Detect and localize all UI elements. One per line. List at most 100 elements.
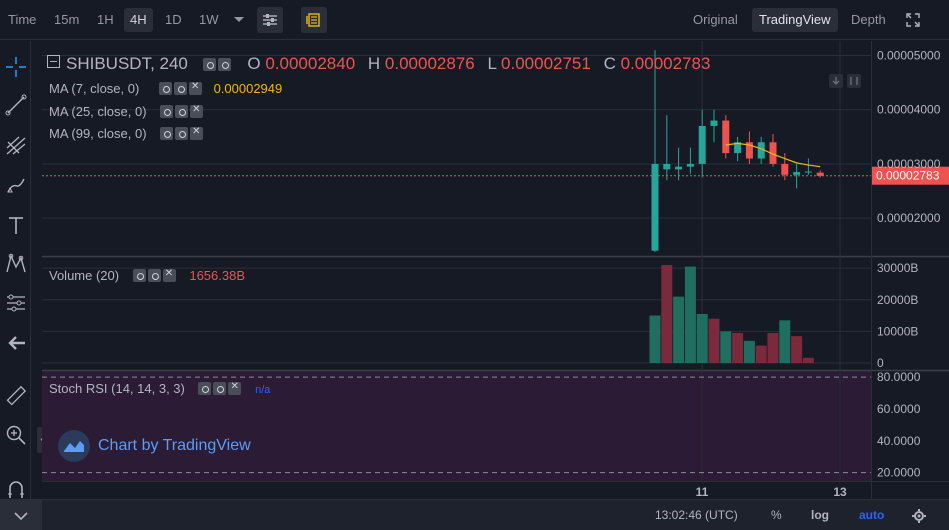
ma7-gear-icon[interactable] [173,82,187,95]
log-toggle[interactable]: log [811,500,829,530]
candle-body [663,163,671,170]
volume-legend: Volume (20) 1656.38B [49,268,245,283]
pattern-tool-icon[interactable] [2,249,29,276]
scroll-down-icon[interactable] [829,74,843,88]
candle-body [651,163,659,251]
zoom-in-icon[interactable] [2,421,29,448]
ohlc-low-value: 0.00002751 [501,54,591,73]
interval-4h[interactable]: 4H [124,8,153,32]
indicator-settings-sliders-icon[interactable] [257,7,283,33]
ma7-legend: MA (7, close, 0) 0.00002949 [49,81,282,96]
volume-gear-icon[interactable] [147,269,161,282]
price-tick-label: 0.00002000 [877,211,941,225]
stoch-close-icon[interactable] [228,381,242,395]
volume-eye-icon[interactable] [132,269,146,282]
main-legend: SHIBUSDT, 240 O 0.00002840 H 0.00002876 … [47,54,710,74]
candle-body [804,171,812,173]
time-label: Time [8,12,37,27]
chart-settings-gear-icon[interactable] [912,500,926,530]
interval-1w[interactable]: 1W [199,0,219,40]
view-depth[interactable]: Depth [844,8,893,32]
symbol-settings-gear-icon[interactable] [217,58,231,71]
tradingview-watermark: Chart by TradingView [58,430,251,462]
stoch-eye-icon[interactable] [198,382,212,395]
volume-tick-label: 30000B [877,261,918,275]
volume-bar [708,318,720,363]
volume-bar [696,314,708,363]
crosshair-icon[interactable] [2,53,29,80]
drawing-toolbar [0,41,31,530]
ohlc-high-label: H [367,54,381,73]
ma25-close-icon[interactable] [190,104,204,118]
back-arrow-icon[interactable] [2,329,29,356]
stoch-gear-icon[interactable] [213,382,227,395]
watermark-text: Chart by TradingView [98,437,251,454]
volume-label: Volume (20) [49,268,120,283]
ma99-label: MA (99, close, 0) [49,126,147,141]
ma7-close-icon[interactable] [188,81,202,95]
tradingview-logo-icon [58,430,90,462]
collapse-chevron-down-icon[interactable] [0,500,42,530]
stoch-label: Stoch RSI (14, 14, 3, 3) [49,381,185,396]
stoch-tick-label: 60.0000 [877,402,921,416]
brush-icon[interactable] [2,171,29,198]
ma25-eye-icon[interactable] [160,105,174,118]
candle-body [722,120,730,154]
view-original[interactable]: Original [686,8,745,32]
ohlc-high-value: 0.00002876 [384,54,475,73]
ma7-eye-icon[interactable] [158,82,172,95]
candle-body [686,163,694,167]
price-tick-label: 0.00003000 [877,157,941,171]
volume-bar [684,266,696,363]
volume-bar [732,332,744,363]
volume-bar [743,340,755,363]
interval-dropdown-chevron-down-icon[interactable] [226,7,252,33]
indicators-list-icon[interactable] [301,7,327,33]
top-toolbar: Time 15m 1H 4H 1D 1W Original TradingVie… [0,0,949,40]
prediction-tool-icon[interactable] [2,289,29,316]
magnet-icon[interactable] [2,475,29,502]
interval-15m[interactable]: 15m [54,0,79,40]
scroll-to-end-icon[interactable] [847,74,861,88]
trend-line-icon[interactable] [2,91,29,118]
volume-bar [779,320,791,363]
percent-toggle[interactable]: % [771,500,782,530]
view-tradingview[interactable]: TradingView [752,8,838,32]
candle-body [710,120,718,126]
interval-1d[interactable]: 1D [165,0,182,40]
stoch-value: n/a [255,384,271,396]
stoch-tick-label: 40.0000 [877,434,921,448]
ohlc-close-label: C [603,54,616,73]
text-tool-icon[interactable] [2,211,29,238]
price-tick-label: 0.00005000 [877,49,941,63]
fullscreen-icon[interactable] [900,7,926,33]
volume-bar [720,331,732,363]
ma99-gear-icon[interactable] [175,127,189,140]
volume-value: 1656.38B [189,268,246,283]
ohlc-low-label: L [487,54,497,73]
minimize-icon[interactable] [47,55,60,68]
ruler-icon[interactable] [2,382,29,409]
time-tick-label: 11 [696,485,709,499]
pitchfork-icon[interactable] [2,131,29,158]
volume-close-icon[interactable] [162,268,176,282]
stoch-tick-label: 80.0000 [877,370,921,384]
volume-bar [802,357,814,363]
ma99-close-icon[interactable] [190,126,204,140]
ma99-eye-icon[interactable] [160,127,174,140]
volume-tick-label: 0 [877,356,884,370]
ma25-gear-icon[interactable] [175,105,189,118]
ohlc-open-label: O [247,54,261,73]
volume-bar [661,265,673,363]
volume-bar [755,345,767,363]
clock-utc[interactable]: 13:02:46 (UTC) [655,500,738,530]
symbol-label: SHIBUSDT, 240 [66,54,188,73]
interval-1h[interactable]: 1H [97,0,114,40]
volume-tick-label: 10000B [877,324,918,338]
ma99-legend: MA (99, close, 0) [49,126,205,141]
volume-bar [767,332,779,363]
symbol-visibility-eye-icon[interactable] [202,58,216,71]
auto-toggle[interactable]: auto [859,500,884,530]
volume-bar [649,315,661,363]
volume-tick-label: 20000B [877,293,918,307]
